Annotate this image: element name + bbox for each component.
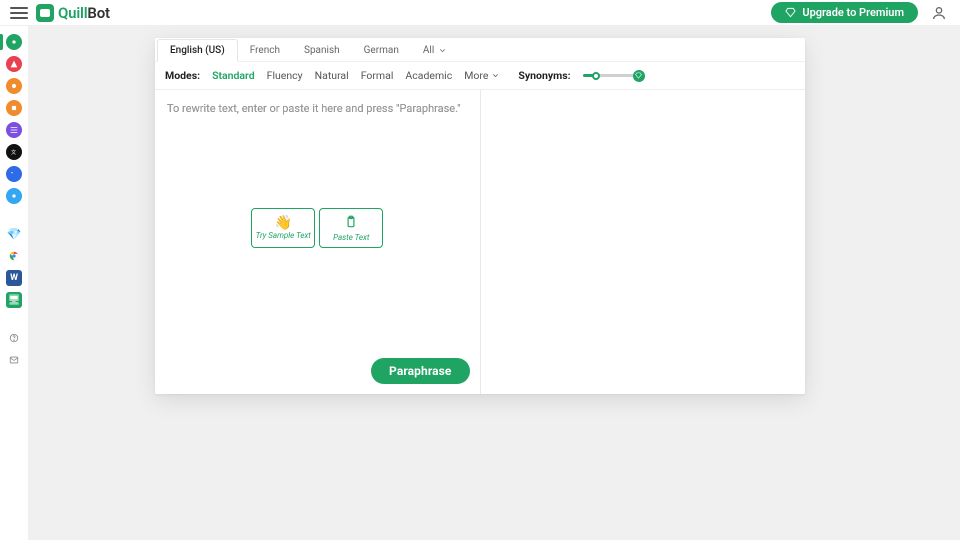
account-icon[interactable] xyxy=(928,2,950,24)
contact-icon[interactable] xyxy=(6,352,22,368)
cowriter-icon[interactable] xyxy=(6,100,22,116)
output-pane xyxy=(481,90,806,394)
diamond-icon xyxy=(785,7,796,18)
premium-icon[interactable]: 💎 xyxy=(6,226,22,242)
upgrade-label: Upgrade to Premium xyxy=(802,6,904,19)
flow-icon[interactable] xyxy=(6,188,22,204)
main-canvas: English (US) French Spanish German All M… xyxy=(28,26,960,540)
slider-premium-lock-icon[interactable] xyxy=(633,70,645,82)
brand-logo[interactable]: QuillBot xyxy=(36,4,110,22)
lang-tab-german[interactable]: German xyxy=(352,38,411,61)
chevron-down-icon xyxy=(438,46,447,55)
try-sample-button[interactable]: 👋 Try Sample Text xyxy=(251,208,315,248)
menu-icon[interactable] xyxy=(10,4,28,22)
input-pane: To rewrite text, enter or paste it here … xyxy=(155,90,481,394)
language-tabs: English (US) French Spanish German All xyxy=(155,38,805,62)
summarizer-icon[interactable] xyxy=(6,122,22,138)
citation-generator-icon[interactable]: ” xyxy=(6,166,22,182)
mode-fluency[interactable]: Fluency xyxy=(267,69,303,82)
svg-text:”: ” xyxy=(11,172,13,178)
translator-icon[interactable]: 文 xyxy=(6,144,22,160)
paraphrase-button[interactable]: Paraphrase xyxy=(371,358,469,384)
help-icon[interactable] xyxy=(6,330,22,346)
paraphraser-card: English (US) French Spanish German All M… xyxy=(155,38,805,394)
brand-name: QuillBot xyxy=(58,4,110,22)
slider-thumb[interactable] xyxy=(592,72,600,80)
paste-text-button[interactable]: Paste Text xyxy=(319,208,383,248)
lang-tab-french[interactable]: French xyxy=(238,38,292,61)
mode-standard[interactable]: Standard xyxy=(212,69,255,82)
logo-mark-icon xyxy=(36,4,54,22)
chrome-extension-icon[interactable] xyxy=(6,248,22,264)
helper-buttons: 👋 Try Sample Text Paste Text xyxy=(251,208,383,248)
modes-row: Modes: Standard Fluency Natural Formal A… xyxy=(155,62,805,90)
mode-natural[interactable]: Natural xyxy=(315,69,349,82)
sidebar-active-indicator xyxy=(0,34,3,50)
modes-label: Modes: xyxy=(165,69,200,82)
lang-tab-spanish[interactable]: Spanish xyxy=(292,38,352,61)
synonyms-label: Synonyms: xyxy=(518,69,570,82)
wave-icon: 👋 xyxy=(275,216,292,230)
lang-tab-all[interactable]: All xyxy=(411,38,459,61)
plagiarism-checker-icon[interactable] xyxy=(6,78,22,94)
mode-academic[interactable]: Academic xyxy=(405,69,452,82)
chevron-down-icon xyxy=(491,71,500,80)
top-bar: QuillBot Upgrade to Premium xyxy=(0,0,960,26)
mode-formal[interactable]: Formal xyxy=(361,69,394,82)
synonyms-slider[interactable] xyxy=(583,69,641,83)
word-extension-icon[interactable]: W xyxy=(6,270,22,286)
clipboard-icon xyxy=(344,215,358,232)
lang-tab-english[interactable]: English (US) xyxy=(157,39,238,62)
mode-more[interactable]: More xyxy=(464,69,500,82)
desktop-app-icon[interactable]: 🖥 xyxy=(6,292,22,308)
upgrade-button[interactable]: Upgrade to Premium xyxy=(771,2,918,23)
svg-text:文: 文 xyxy=(11,149,16,156)
editor-panes: To rewrite text, enter or paste it here … xyxy=(155,90,805,394)
sidebar: 文 ” 💎 W 🖥 xyxy=(0,26,28,540)
grammar-checker-icon[interactable] xyxy=(6,56,22,72)
paraphraser-icon[interactable] xyxy=(6,34,22,50)
